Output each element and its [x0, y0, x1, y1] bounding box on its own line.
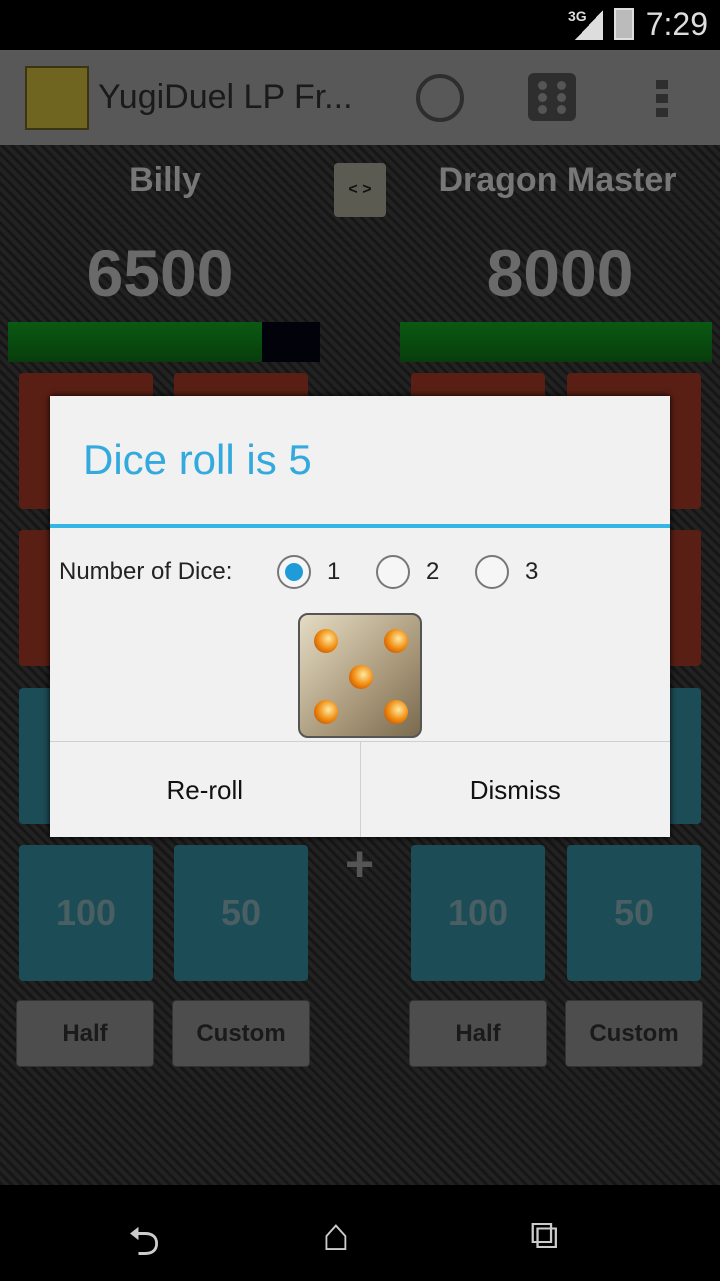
player2-life-bar: [400, 322, 712, 362]
radio-label[interactable]: 2: [426, 558, 439, 586]
signal-icon: [575, 10, 603, 40]
home-icon[interactable]: ⌂: [322, 1207, 350, 1261]
radio-label[interactable]: 1: [327, 558, 340, 586]
overflow-menu-icon[interactable]: [656, 80, 668, 118]
button-label: 100: [55, 892, 117, 933]
button-label: 50: [220, 892, 262, 933]
player1-life-points: 6500: [86, 236, 234, 310]
player1-life-bar: [8, 322, 320, 362]
player2-life-fill: [400, 322, 712, 362]
dialog-buttons: Re-roll Dismiss: [50, 741, 670, 837]
back-icon[interactable]: ⮌: [128, 1213, 160, 1281]
status-bar: 3G 7:29: [0, 0, 720, 50]
p2-half-button[interactable]: Half: [409, 1000, 547, 1067]
p1-half-button[interactable]: Half: [16, 1000, 154, 1067]
player1-life-fill: [8, 322, 262, 362]
player2-life-points: 8000: [486, 236, 634, 310]
recents-icon[interactable]: ⧉: [530, 1213, 559, 1258]
swap-button[interactable]: < >: [334, 163, 386, 217]
dialog-title: Dice roll is 5: [83, 436, 312, 483]
number-of-dice-label: Number of Dice:: [59, 558, 233, 585]
app-logo-icon[interactable]: [25, 66, 89, 130]
dice-count-radio-2[interactable]: [376, 555, 410, 589]
title-divider: [50, 524, 670, 528]
radio-label[interactable]: 3: [525, 558, 538, 586]
action-bar: YugiDuel LP Fr...: [0, 50, 720, 145]
p2-add-100-button[interactable]: 100: [411, 845, 545, 981]
plus-icon: +: [345, 836, 375, 892]
p2-add-50-button[interactable]: 50: [567, 845, 701, 981]
dice-roll-dialog: Dice roll is 5 Number of Dice: 1 2 3 Re-…: [50, 396, 670, 837]
p2-custom-button[interactable]: Custom: [565, 1000, 703, 1067]
clock: 7:29: [645, 6, 708, 42]
dice-icon[interactable]: [528, 73, 576, 121]
p1-add-100-button[interactable]: 100: [19, 845, 153, 981]
die-face-5-icon: [298, 613, 422, 738]
reroll-button[interactable]: Re-roll: [50, 742, 360, 837]
dice-count-radio-1[interactable]: [277, 555, 311, 589]
p1-custom-button[interactable]: Custom: [172, 1000, 310, 1067]
profile-icon[interactable]: [416, 74, 464, 122]
player1-name[interactable]: Billy: [0, 161, 330, 200]
button-label: 50: [613, 892, 655, 933]
dismiss-button[interactable]: Dismiss: [359, 742, 671, 837]
dice-count-radio-3[interactable]: [475, 555, 509, 589]
player2-name[interactable]: Dragon Master: [395, 161, 720, 200]
navigation-bar: ⮌ ⌂ ⧉: [0, 1185, 720, 1280]
battery-icon: [614, 8, 634, 40]
p1-add-50-button[interactable]: 50: [174, 845, 308, 981]
button-label: 100: [447, 892, 509, 933]
app-title: YugiDuel LP Fr...: [98, 78, 353, 116]
